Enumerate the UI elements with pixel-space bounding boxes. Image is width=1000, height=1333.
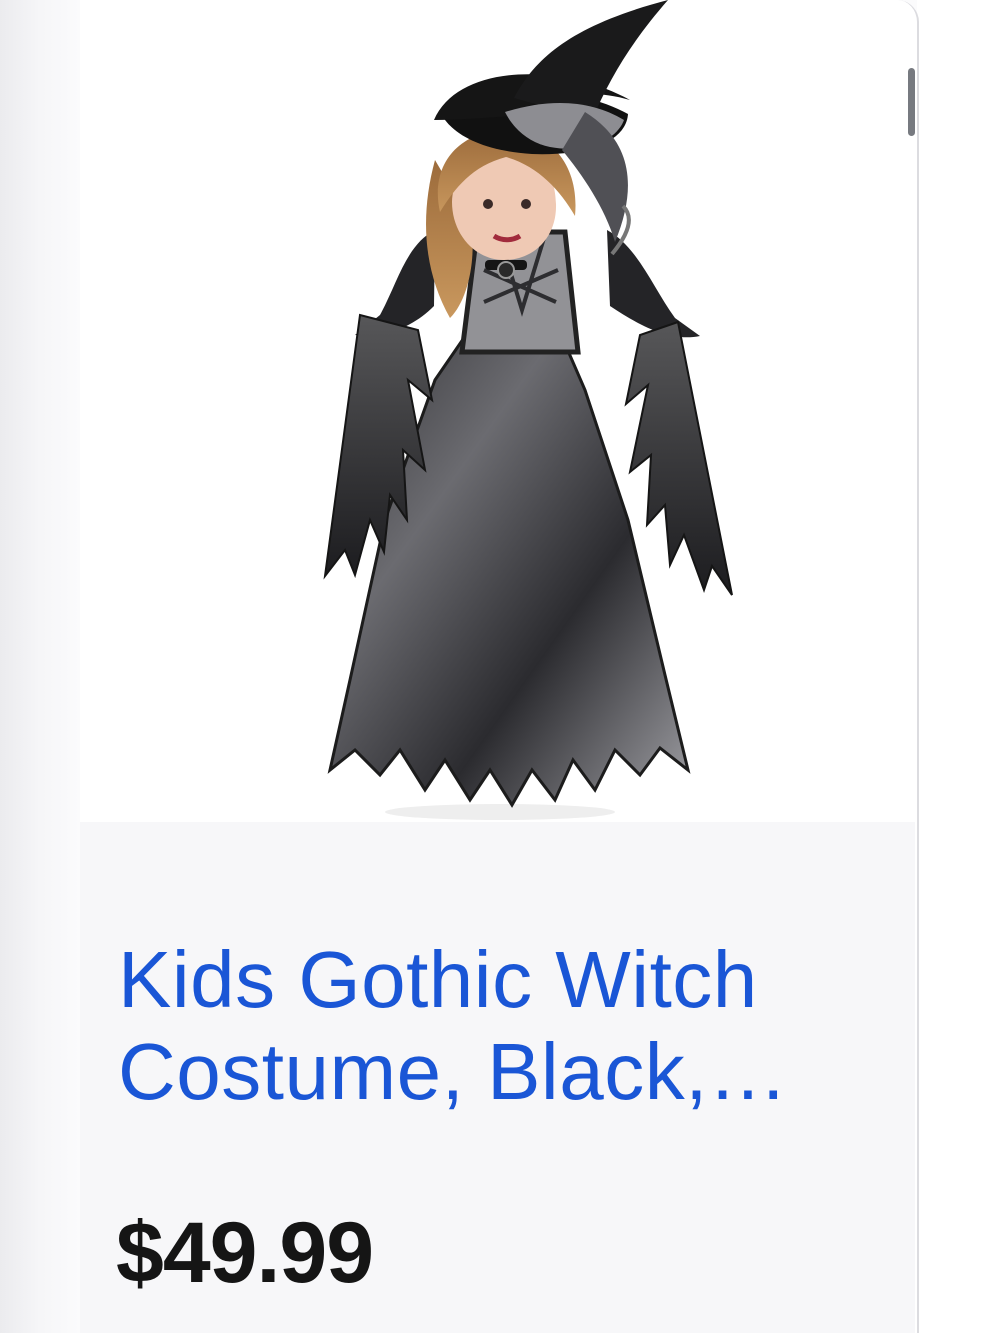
right-page-gutter <box>917 0 1000 1333</box>
product-title-line-1[interactable]: Kids Gothic Witch <box>118 935 758 1024</box>
mobile-product-result-page: Kids Gothic Witch Costume, Black,… $49.9… <box>0 0 1000 1333</box>
witch-costume-image <box>323 0 733 820</box>
product-price: $49.99 <box>116 1205 374 1301</box>
product-image[interactable] <box>80 0 915 822</box>
vertical-scrollbar-thumb[interactable] <box>908 68 915 136</box>
product-title-line-2[interactable]: Costume, Black,… <box>118 1027 788 1116</box>
product-card[interactable]: Kids Gothic Witch Costume, Black,… $49.9… <box>80 0 919 1333</box>
product-title-link[interactable]: Kids Gothic Witch Costume, Black,… <box>118 934 878 1118</box>
product-info-panel: Kids Gothic Witch Costume, Black,… $49.9… <box>80 822 915 1333</box>
